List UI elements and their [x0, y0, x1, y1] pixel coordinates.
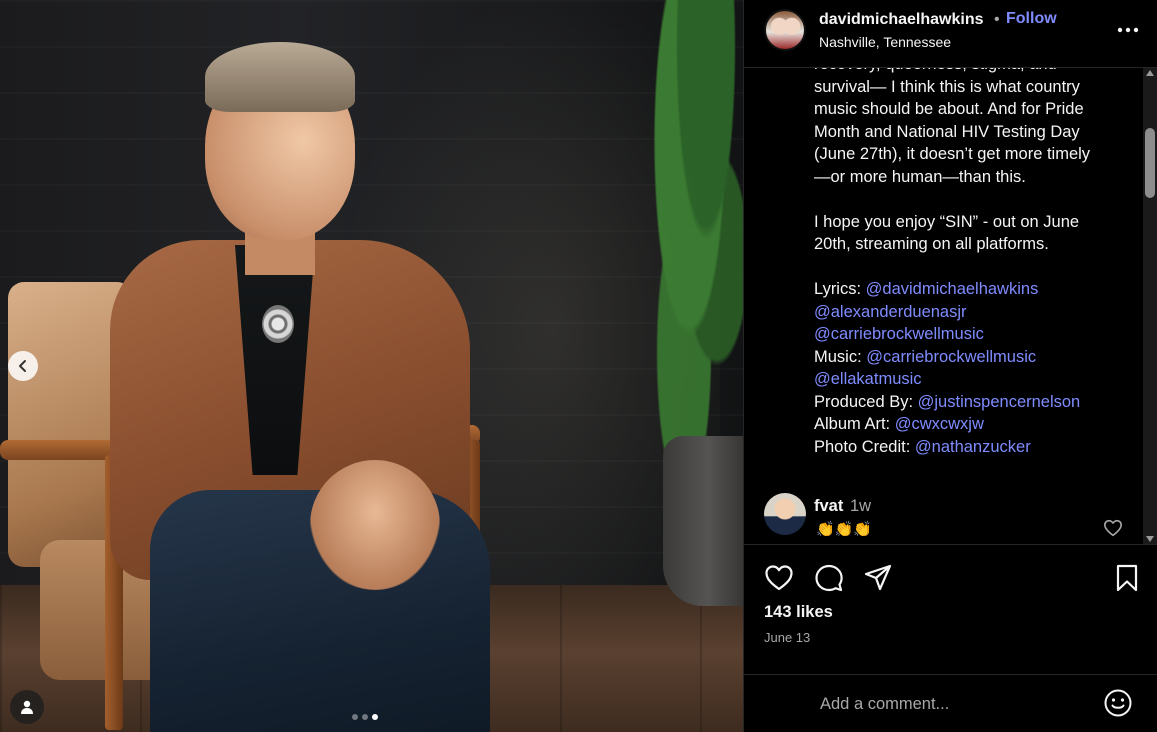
caption-credit-line: Produced By: @justinspencernelson [814, 391, 1124, 414]
comment-item: fvat 1w 👏👏👏 [764, 493, 1144, 543]
caption-credit-line: Music: @carriebrockwellmusic [814, 346, 1124, 369]
caption-line: survival— I think this is what country [814, 77, 1080, 96]
carousel-indicators [352, 714, 378, 720]
caption-line [814, 256, 1124, 279]
emoji-button[interactable] [1102, 688, 1134, 720]
avatar[interactable] [764, 9, 806, 51]
post-sidebar: davidmichaelhawkins • Follow Nashville, … [743, 0, 1157, 732]
comment-button[interactable] [812, 561, 846, 595]
more-options-button[interactable] [1114, 20, 1142, 40]
comment-input[interactable] [820, 689, 1090, 719]
credit-label: Lyrics: [814, 280, 866, 298]
more-icon [1117, 27, 1139, 33]
post-caption: recovery, queerness, stigma, andsurvival… [814, 68, 1124, 458]
mention-link[interactable]: @carriebrockwellmusic [866, 348, 1036, 366]
comments-list[interactable]: recovery, queerness, stigma, andsurvival… [744, 68, 1144, 544]
hair [205, 42, 355, 112]
caption-credit-line: Album Art: @cwxcwxjw [814, 413, 1124, 436]
scroll-up-arrow-icon[interactable] [1146, 70, 1154, 76]
scroll-thumb[interactable] [1145, 128, 1155, 198]
caption-line [814, 188, 1124, 211]
mention-link[interactable]: @davidmichaelhawkins [866, 280, 1039, 298]
post-date[interactable]: June 13 [764, 630, 810, 645]
credit-label: Album Art: [814, 415, 895, 433]
person [110, 40, 510, 732]
bookmark-button[interactable] [1110, 561, 1144, 595]
caption-credit-line: Lyrics: @davidmichaelhawkins [814, 278, 1124, 301]
comment-username[interactable]: fvat [814, 497, 843, 516]
comment-time[interactable]: 1w [850, 497, 871, 516]
post-photo[interactable] [0, 0, 743, 732]
carousel-dot [362, 714, 368, 720]
like-count[interactable]: 143 likes [764, 603, 833, 622]
caption-line: Month and National HIV Testing Day [814, 122, 1080, 141]
caption-line: music should be about. And for Pride [814, 100, 1084, 118]
like-button[interactable] [762, 561, 796, 595]
mention-link[interactable]: @alexanderduenasjr [814, 303, 967, 321]
caption-credit-line: @alexanderduenasjr [814, 301, 1124, 324]
scrollbar[interactable] [1143, 68, 1157, 544]
hands [310, 460, 440, 590]
caption-line: —or more human—than this. [814, 167, 1026, 186]
post-header: davidmichaelhawkins • Follow Nashville, … [744, 0, 1157, 68]
share-button[interactable] [861, 561, 895, 595]
caption-line: I hope you enjoy “SIN” - out on June [814, 212, 1080, 231]
username-link[interactable]: davidmichaelhawkins [819, 11, 984, 29]
emoji-icon [1104, 689, 1132, 717]
add-comment-bar [744, 674, 1157, 732]
credit-label: Photo Credit: [814, 437, 915, 456]
plant [640, 0, 743, 470]
comment-like-button[interactable] [1102, 519, 1124, 539]
caption-line: (June 27th), it doesn’t get more timely [814, 145, 1091, 163]
separator-dot: • [994, 11, 1000, 28]
bolo-tie [262, 305, 294, 343]
follow-button[interactable]: Follow [1006, 10, 1057, 28]
location-link[interactable]: Nashville, Tennessee [819, 34, 951, 50]
scroll-down-arrow-icon[interactable] [1146, 536, 1154, 542]
heart-icon [765, 565, 793, 591]
bookmark-icon [1116, 564, 1138, 592]
avatar[interactable] [764, 493, 806, 535]
carousel-dot-active [372, 714, 378, 720]
mention-link[interactable]: @carriebrockwellmusic [814, 325, 984, 343]
comment-icon [815, 564, 843, 592]
chevron-left-icon [19, 360, 26, 372]
mention-link[interactable]: @cwxcwxjw [895, 415, 984, 433]
mention-link[interactable]: @ellakatmusic [814, 370, 922, 388]
share-icon [864, 564, 892, 591]
mention-link[interactable]: @nathanzucker [915, 438, 1031, 456]
plant-pot [663, 436, 743, 606]
caption-line: 20th, streaming on all platforms. [814, 235, 1049, 253]
caption-credit-line: @carriebrockwellmusic [814, 323, 1124, 346]
tagged-users-button[interactable] [10, 690, 44, 724]
caption-line: recovery, queerness, stigma, and [814, 68, 1124, 76]
comment-text: 👏👏👏 [816, 521, 873, 538]
caption-credit-line: Photo Credit: @nathanzucker [814, 436, 1124, 459]
credit-label: Music: [814, 347, 867, 366]
caption-credit-line: @ellakatmusic [814, 368, 1124, 391]
post-actions: 143 likes June 13 [744, 544, 1157, 674]
heart-icon [1104, 519, 1122, 537]
carousel-prev-button[interactable] [8, 351, 38, 381]
credit-label: Produced By: [814, 392, 918, 411]
user-tag-icon [21, 700, 33, 714]
carousel-dot [352, 714, 358, 720]
mention-link[interactable]: @justinspencernelson [918, 393, 1081, 411]
